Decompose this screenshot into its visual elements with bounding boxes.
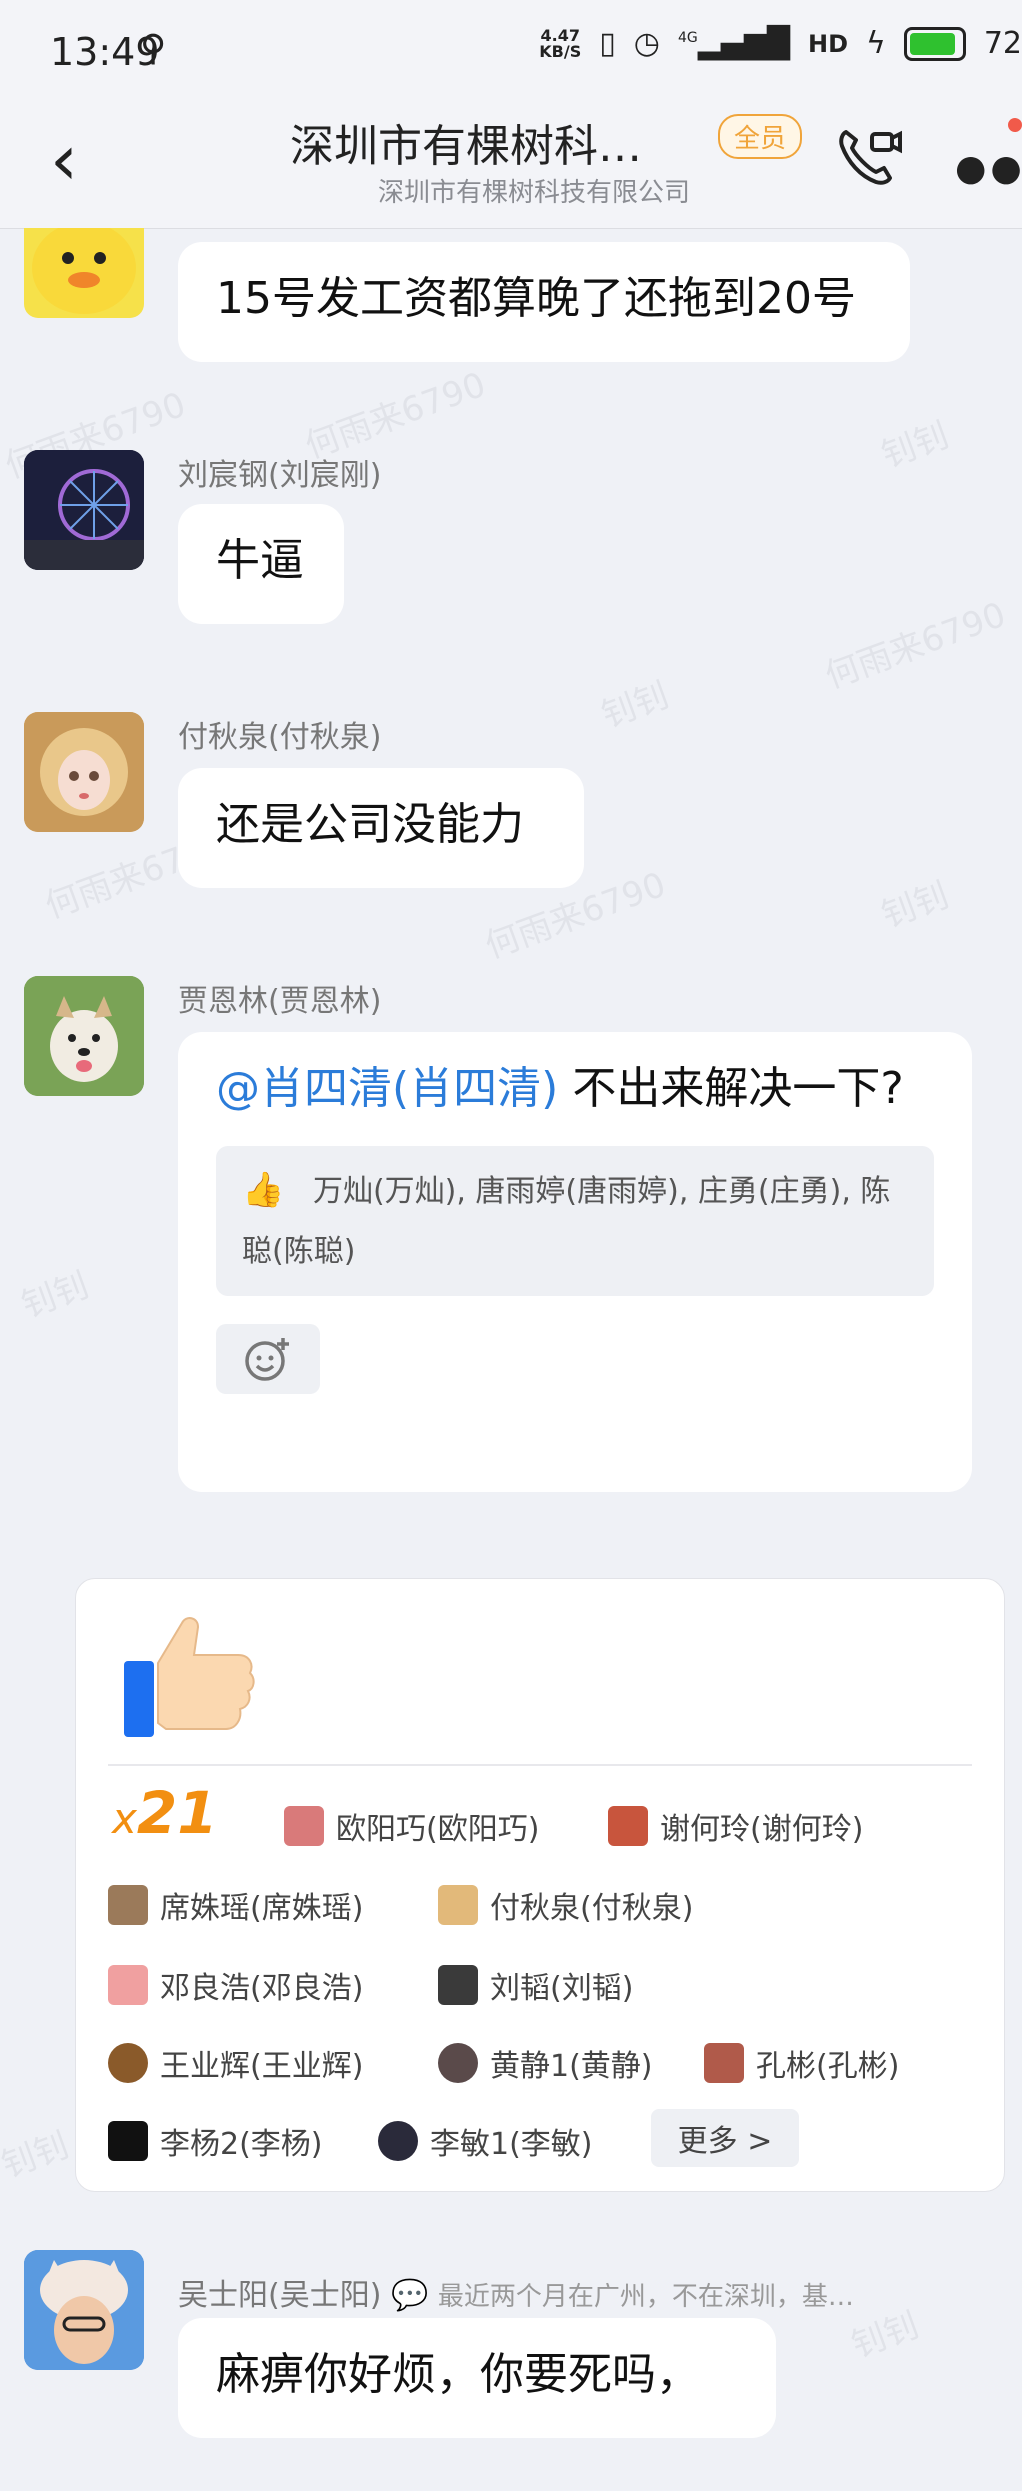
avatar[interactable] <box>24 976 144 1096</box>
avatar <box>108 2043 148 2083</box>
reaction-users: 万灿(万灿), 唐雨婷(唐雨婷), 庄勇(庄勇), 陈聪(陈聪) <box>242 1174 891 1269</box>
liker-item[interactable]: 李敏1(李敏) <box>378 2119 593 2163</box>
liker-item[interactable]: 刘韬(刘韬) <box>438 1963 633 2007</box>
member-badge: 全员 <box>718 114 803 159</box>
liker-item[interactable]: 付秋泉(付秋泉) <box>438 1883 693 1927</box>
message-bubble[interactable]: 麻痹你好烦，你要死吗， <box>178 2318 776 2438</box>
watermark: 钊钊 <box>0 2125 74 2187</box>
battery-level: 72 <box>983 26 1022 61</box>
vibrate-icon: ▯ <box>599 26 616 61</box>
sender-name: 贾恩林(贾恩林) <box>178 984 382 1019</box>
video-call-icon[interactable] <box>832 120 904 192</box>
sender-name: 吴士阳(吴士阳) 💬 最近两个月在广州，不在深圳，基… <box>178 2278 854 2313</box>
chat-messages[interactable]: 何雨来6790 何雨来6790 钊钊 何雨来6790 钊钊 何雨来6790 何雨… <box>0 228 1022 2491</box>
avatar[interactable] <box>24 450 144 570</box>
avatar <box>284 1806 324 1846</box>
more-icon[interactable]: ●● <box>955 148 1022 189</box>
avatar <box>704 2043 744 2083</box>
avatar <box>108 2121 148 2161</box>
avatar[interactable] <box>24 228 144 318</box>
message-bubble[interactable]: 牛逼 <box>178 504 344 624</box>
watermark: 钊钊 <box>876 875 954 937</box>
liker-item[interactable]: 李杨2(李杨) <box>108 2119 323 2163</box>
message-text: @肖四清(肖四清) 不出来解决一下? <box>216 1063 904 1114</box>
liker-item[interactable]: 欧阳巧(欧阳巧) <box>284 1804 539 1848</box>
liker-item[interactable]: 席姝瑶(席姝瑶) <box>108 1883 363 1927</box>
charging-icon: ϟ <box>866 26 886 61</box>
sender-name: 刘宸钢(刘宸刚) <box>178 458 382 493</box>
avatar <box>108 1965 148 2005</box>
liker-item[interactable]: 黄静1(黄静) <box>438 2041 653 2085</box>
reaction-list[interactable]: 👍 万灿(万灿), 唐雨婷(唐雨婷), 庄勇(庄勇), 陈聪(陈聪) <box>216 1146 934 1296</box>
liker-item[interactable]: 王业辉(王业辉) <box>108 2041 363 2085</box>
net-speed: 4.47 KB/S <box>539 25 582 61</box>
signal-icon: 4G▂▄▆█ <box>677 26 790 61</box>
watermark: 钊钊 <box>846 2305 924 2367</box>
thumbs-up-icon <box>124 1617 255 1737</box>
divider <box>108 1764 972 1766</box>
message-bubble[interactable]: 还是公司没能力 <box>178 768 584 888</box>
like-card[interactable]: x21 欧阳巧(欧阳巧) 谢何玲(谢何玲) 席姝瑶(席姝瑶) 付秋泉(付秋泉) … <box>75 1578 1005 2192</box>
avatar <box>108 1885 148 1925</box>
avatar <box>608 1806 648 1846</box>
chat-header: ‹ 深圳市有棵树科… 全员 深圳市有棵树科技有限公司 ●● <box>0 100 1022 229</box>
speech-bubble-icon: 💬 <box>390 2278 429 2313</box>
notification-dot <box>1008 118 1022 132</box>
avatar <box>438 2043 478 2083</box>
liker-item[interactable]: 孔彬(孔彬) <box>704 2041 899 2085</box>
message-bubble[interactable]: 15号发工资都算晚了还拖到20号 <box>178 242 910 362</box>
add-reaction-button[interactable] <box>216 1324 320 1394</box>
status-bar: 13:49 ⚲ 4.47 KB/S ▯ ◷ 4G▂▄▆█ HD ϟ 72 <box>0 0 1022 100</box>
sender-signature: 最近两个月在广州，不在深圳，基… <box>437 2282 854 2312</box>
group-title[interactable]: 深圳市有棵树科… <box>290 110 642 174</box>
watermark: 钊钊 <box>16 1265 94 1327</box>
watermark: 钊钊 <box>876 415 954 477</box>
watermark: 何雨来6790 <box>820 594 1011 697</box>
more-likers-button[interactable]: 更多 > <box>651 2109 799 2167</box>
battery-icon <box>903 26 966 61</box>
avatar[interactable] <box>24 2250 144 2370</box>
avatar <box>438 1965 478 2005</box>
message-bubble[interactable]: @肖四清(肖四清) 不出来解决一下? 👍 万灿(万灿), 唐雨婷(唐雨婷), 庄… <box>178 1032 972 1492</box>
avatar[interactable] <box>24 712 144 832</box>
avatar <box>438 1885 478 1925</box>
status-icons: 4.47 KB/S ▯ ◷ 4G▂▄▆█ HD ϟ 72 <box>539 26 1022 61</box>
hd-icon: HD <box>808 29 849 58</box>
sender-name: 付秋泉(付秋泉) <box>178 720 382 755</box>
avatar <box>378 2121 418 2161</box>
add-emoji-icon <box>245 1338 289 1381</box>
mention-link[interactable]: @肖四清(肖四清) <box>216 1063 558 1114</box>
watermark: 钊钊 <box>596 675 674 737</box>
group-subtitle: 深圳市有棵树科技有限公司 <box>378 178 691 208</box>
liker-item[interactable]: 邓良浩(邓良浩) <box>108 1963 363 2007</box>
alarm-icon: ◷ <box>633 26 660 61</box>
chevron-left-icon[interactable]: ‹ <box>50 125 78 195</box>
usb-icon: ⚲ <box>140 28 167 69</box>
thumbs-up-icon: 👍 <box>242 1170 285 1210</box>
like-count: x21 <box>112 1779 218 1847</box>
liker-item[interactable]: 谢何玲(谢何玲) <box>608 1804 863 1848</box>
